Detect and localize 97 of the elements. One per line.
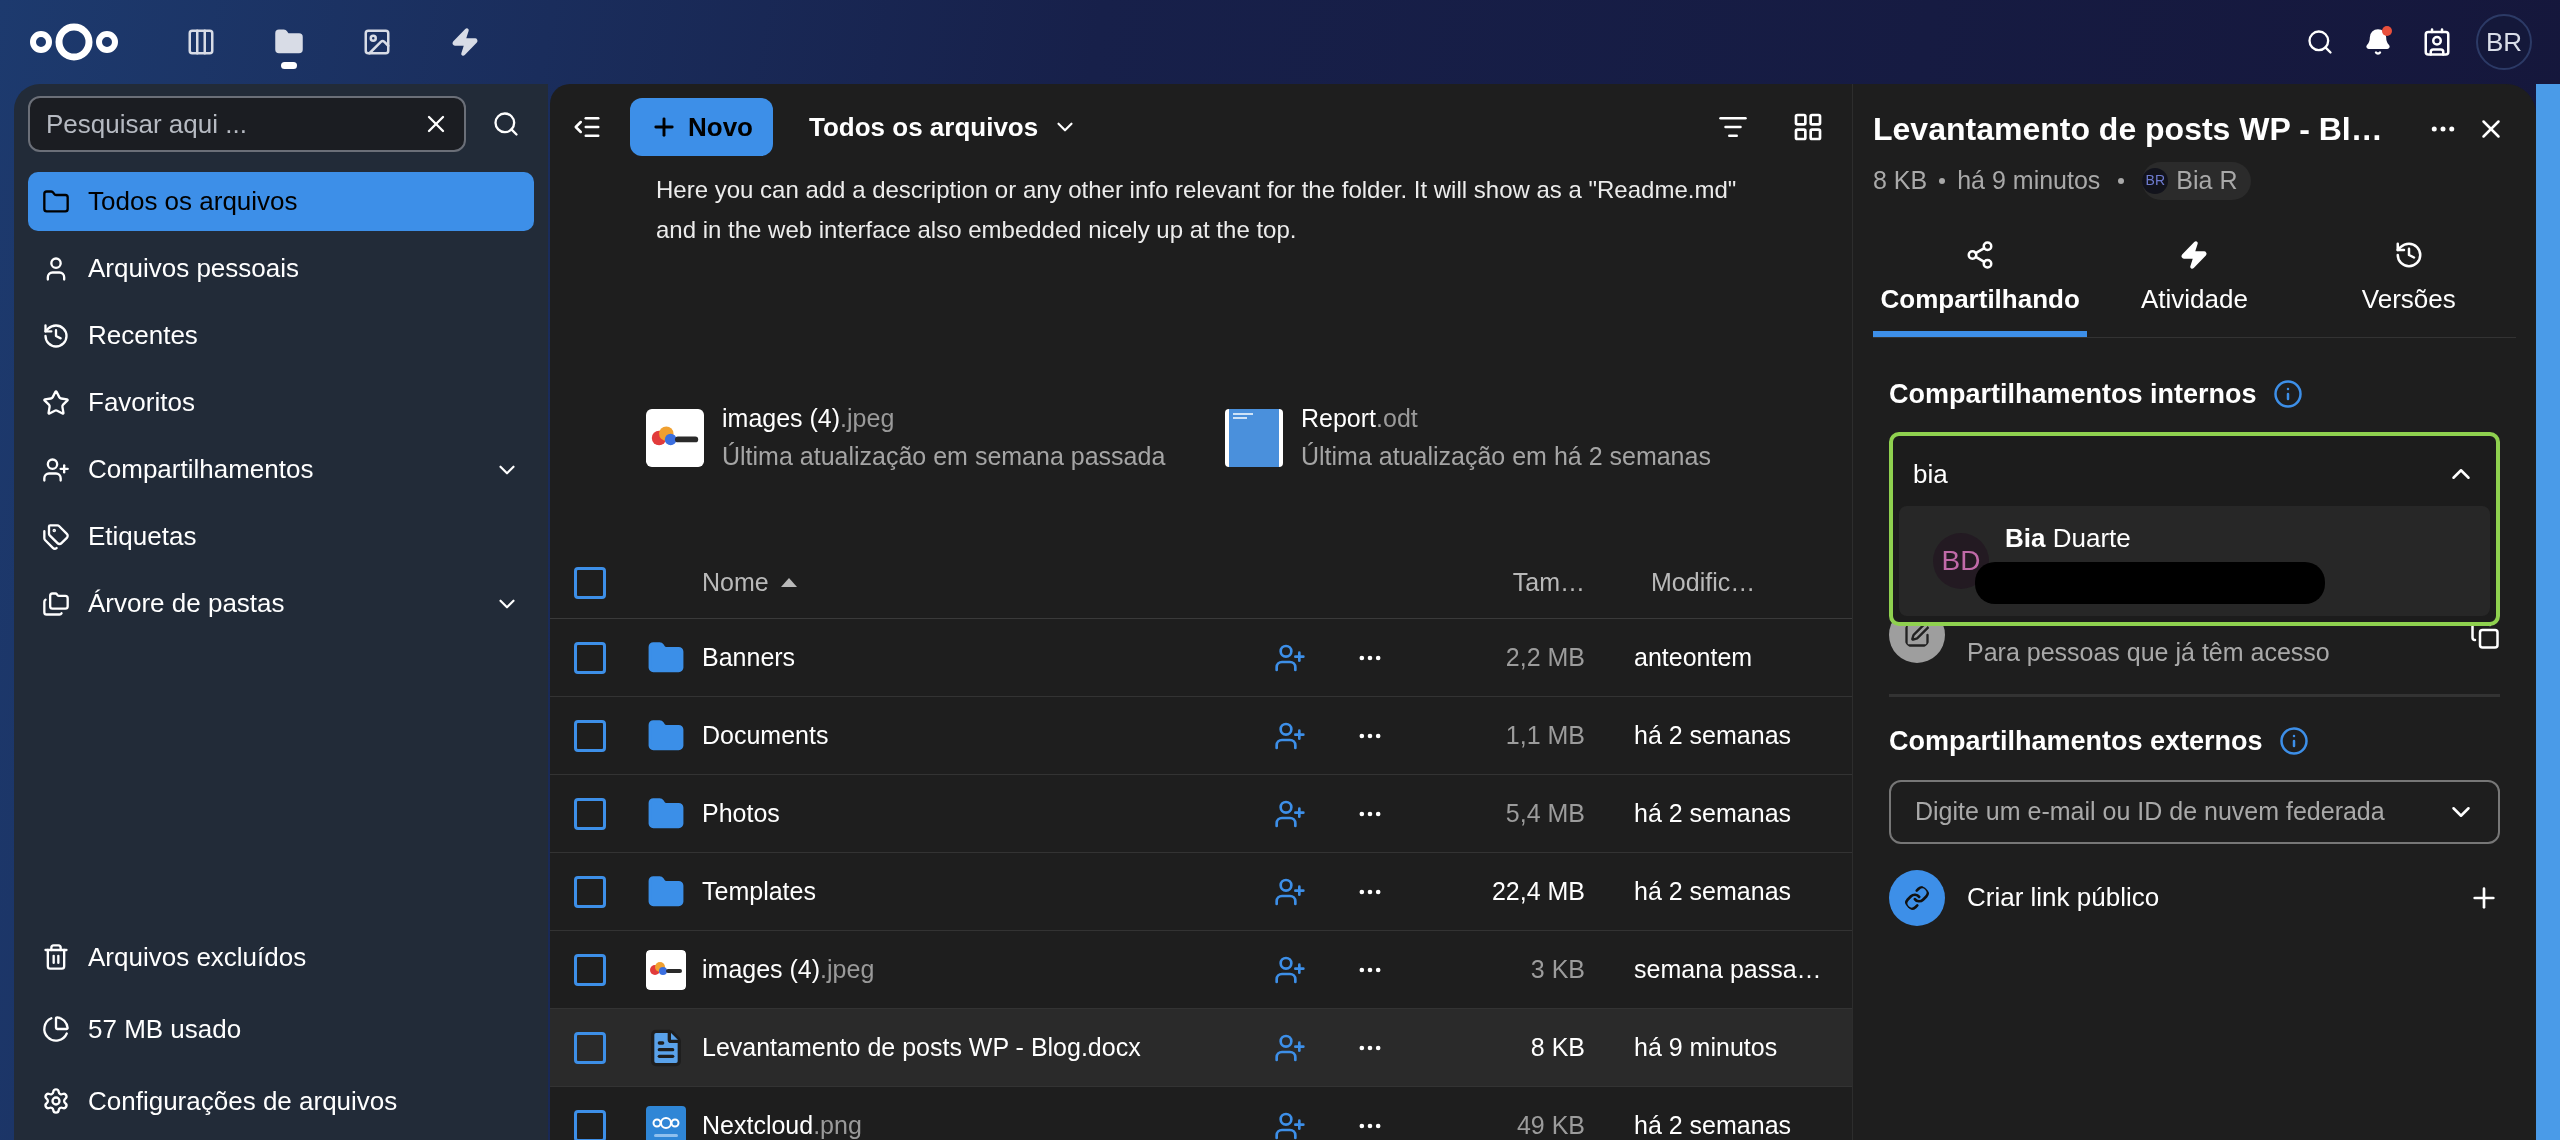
row-checkbox[interactable] <box>574 719 606 752</box>
file-modified: há 9 minutos <box>1634 1032 1778 1061</box>
recent-file-name[interactable]: images (4).jpeg <box>722 400 1166 438</box>
details-modified: há 9 minutos <box>1957 165 2101 196</box>
file-modified: semana passa… <box>1634 954 1822 983</box>
file-row[interactable]: Banners 2,2 MB anteontem <box>550 619 1852 697</box>
search-icon[interactable] <box>2306 28 2334 56</box>
section-heading: Compartilhamentos externos <box>1889 725 2263 758</box>
grid-view-icon[interactable] <box>1792 111 1824 143</box>
tags-icon <box>42 522 70 551</box>
file-modified: anteontem <box>1634 642 1753 671</box>
file-row[interactable]: Templates 22,4 MB há 2 semanas <box>550 853 1852 931</box>
file-name[interactable]: images (4).jpeg <box>694 950 1250 989</box>
columns-icon <box>186 27 216 57</box>
file-size: 3 KB <box>1530 953 1585 985</box>
row-checkbox[interactable] <box>574 875 606 908</box>
tab[interactable]: Compartilhando <box>1873 239 2088 337</box>
row-checkbox[interactable] <box>574 1031 606 1064</box>
file-size: 5,4 MB <box>1505 797 1585 829</box>
new-button[interactable]: Novo <box>630 98 773 156</box>
folder-icon <box>42 187 70 216</box>
suggestion-avatar: BD <box>1933 533 1989 589</box>
file-row[interactable]: Nextcloud.png 49 KB há 2 semanas <box>550 1087 1852 1140</box>
recent-file-subtitle: Última atualização em semana passada <box>722 440 1166 472</box>
pie-chart-icon <box>42 1015 70 1043</box>
file-size: 2,2 MB <box>1505 641 1585 673</box>
image-icon <box>362 27 392 57</box>
file-row[interactable]: Levantamento de posts WP - Blog.docx 8 KB há 9 minutos <box>550 1009 1852 1087</box>
nav-item[interactable]: Arquivos excluídos <box>28 926 534 988</box>
nav-item[interactable]: Árvore de pastas <box>28 574 534 633</box>
folders-icon <box>42 589 70 618</box>
file-size: 22,4 MB <box>1491 875 1585 907</box>
suggestion-item[interactable]: BD Bia Duarte <box>1899 506 2490 616</box>
history-icon <box>42 321 70 350</box>
tab[interactable]: Atividade <box>2087 239 2302 337</box>
select-all-checkbox[interactable] <box>574 566 606 599</box>
info-icon[interactable] <box>2272 378 2303 409</box>
file-size: 1,1 MB <box>1505 719 1585 751</box>
file-name[interactable]: Banners <box>694 638 1250 677</box>
section-heading: Compartilhamentos internos <box>1889 377 2257 411</box>
column-header[interactable]: Modific… <box>1651 567 1756 596</box>
internal-link-subtitle: Para pessoas que já têm acesso <box>1967 637 2331 668</box>
nav-item[interactable]: Etiquetas <box>28 507 534 566</box>
file-name[interactable]: Photos <box>694 794 1250 833</box>
owner-avatar: BR <box>2142 167 2169 194</box>
recent-file-name[interactable]: Report.odt <box>1301 400 1711 438</box>
suggestion-name: Bia Duarte <box>2005 521 2132 555</box>
trash-icon <box>42 943 70 971</box>
row-checkbox[interactable] <box>574 797 606 830</box>
file-name[interactable]: Templates <box>694 872 1250 911</box>
create-public-link[interactable]: Criar link público <box>1967 878 2446 917</box>
search-field[interactable]: Pesquisar aqui ... <box>28 96 466 152</box>
owner-name: Bia R <box>2176 165 2238 196</box>
tab[interactable]: Versões <box>2301 239 2516 337</box>
file-name[interactable]: Documents <box>694 716 1250 755</box>
row-checkbox[interactable] <box>574 953 606 986</box>
file-modified: há 2 semanas <box>1634 876 1792 905</box>
nav-item[interactable]: Todos os arquivos <box>28 172 534 231</box>
file-modified: há 2 semanas <box>1634 1110 1792 1139</box>
share-search-dropdown[interactable]: bia BD Bia Duarte <box>1889 432 2500 626</box>
nav-item[interactable]: Recentes <box>28 306 534 365</box>
contacts-icon[interactable] <box>2422 27 2452 57</box>
file-name[interactable]: Nextcloud.png <box>694 1106 1250 1140</box>
owner-chip[interactable]: BR Bia R <box>2142 162 2252 200</box>
folder-description: Here you can add a description or any other info relevant for the folder. It will show as a "Readme.md" and in the web interface also embedded nicely up at the top. <box>655 175 1738 245</box>
nav-item[interactable]: 57 MB usado <box>28 998 534 1060</box>
active-indicator <box>281 62 297 69</box>
nav-item[interactable]: Arquivos pessoais <box>28 239 534 298</box>
file-modified: há 2 semanas <box>1634 798 1792 827</box>
details-title: Levantamento de posts WP - Bl… <box>1873 110 2384 149</box>
star-icon <box>42 388 70 417</box>
user-avatar[interactable]: BR <box>2476 14 2532 70</box>
sort-asc-icon <box>780 578 797 587</box>
row-checkbox[interactable] <box>574 1109 606 1140</box>
breadcrumb[interactable]: Todos os arquivos <box>809 107 1079 147</box>
file-name[interactable]: Levantamento de posts WP - Blog.docx <box>694 1028 1250 1067</box>
file-row[interactable]: Photos 5,4 MB há 2 semanas <box>550 775 1852 853</box>
settings-icon <box>42 1087 70 1115</box>
share-search-field[interactable]: bia <box>1913 454 2446 494</box>
nav-item[interactable]: Configurações de arquivos <box>28 1070 534 1132</box>
lightning-icon <box>450 27 480 57</box>
nav-item[interactable]: Favoritos <box>28 373 534 432</box>
info-icon[interactable] <box>2278 726 2309 757</box>
details-size: 8 KB <box>1873 165 1928 196</box>
column-header[interactable]: Tam… <box>1512 563 1585 602</box>
search-icon[interactable] <box>492 110 520 138</box>
file-size: 49 KB <box>1516 1109 1585 1140</box>
add-user-icon <box>42 455 70 484</box>
file-row[interactable]: Documents 1,1 MB há 2 semanas <box>550 697 1852 775</box>
external-share-field[interactable]: Digite um e-mail ou ID de nuvem federada <box>1889 779 2500 844</box>
nav-item[interactable]: Compartilhamentos <box>28 440 534 499</box>
recent-file-subtitle: Última atualização em há 2 semanas <box>1301 440 1711 472</box>
file-size: 8 KB <box>1530 1031 1585 1063</box>
row-checkbox[interactable] <box>574 641 606 674</box>
file-modified: há 2 semanas <box>1634 720 1792 749</box>
notifications-icon[interactable] <box>2364 28 2392 56</box>
column-header[interactable]: Nome <box>694 563 1250 602</box>
